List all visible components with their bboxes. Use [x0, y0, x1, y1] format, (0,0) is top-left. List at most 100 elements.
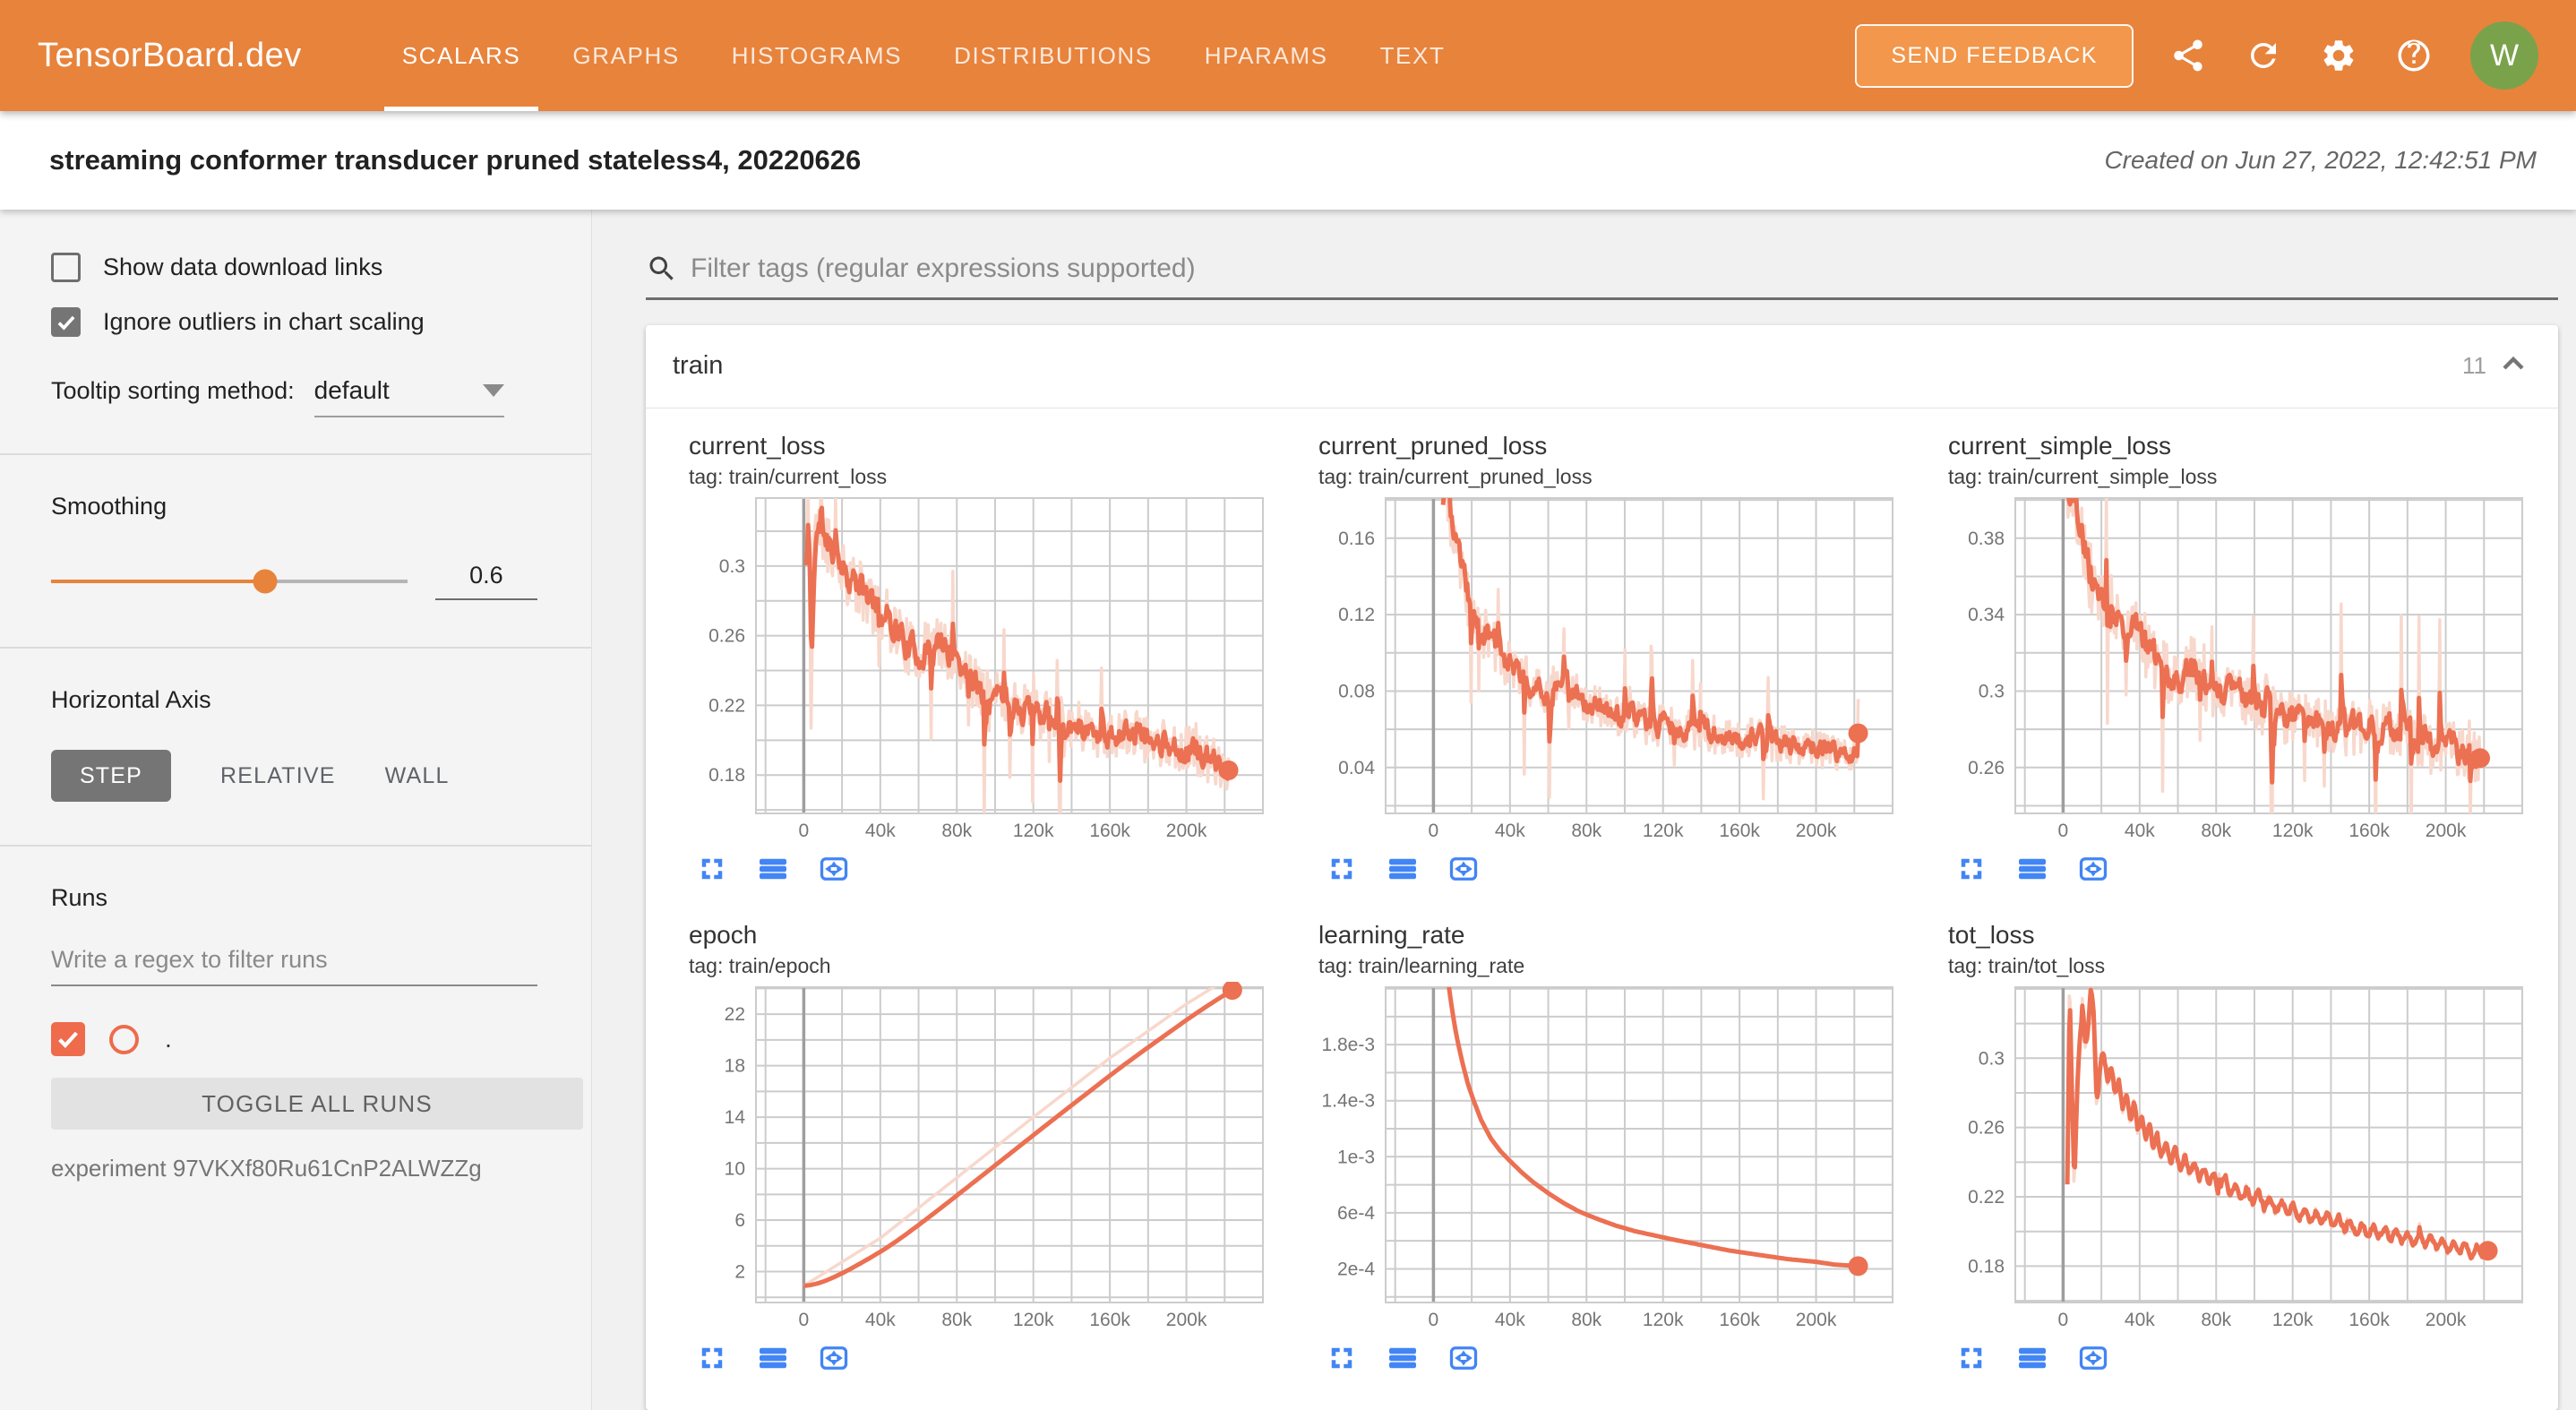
svg-text:120k: 120k [1643, 1310, 1684, 1330]
chart-tag: tag: train/tot_loss [1948, 954, 2544, 978]
chart-toolbar [1318, 851, 1914, 887]
fit-domain-icon[interactable] [816, 1340, 852, 1376]
settings-gear-icon[interactable] [2318, 35, 2359, 76]
divider [0, 845, 591, 847]
toggle-y-axis-icon[interactable] [1385, 851, 1421, 887]
svg-text:0.38: 0.38 [1968, 529, 2005, 549]
chart-title: current_pruned_loss [1318, 432, 1914, 460]
chart-card: current_simple_losstag: train/current_si… [1923, 432, 2544, 887]
slider-fill [51, 580, 265, 583]
expand-chart-icon[interactable] [694, 1340, 730, 1376]
svg-text:0: 0 [1429, 821, 1439, 841]
tab-hparams[interactable]: HPARAMS [1187, 0, 1346, 111]
svg-text:0.22: 0.22 [1968, 1187, 2005, 1208]
filter-tags-field[interactable] [646, 253, 2558, 285]
run-list-item[interactable]: . [51, 1022, 537, 1056]
main-content: train 11 current_losstag: train/current_… [592, 210, 2576, 1410]
navbar: TensorBoard.dev SCALARS GRAPHS HISTOGRAM… [0, 0, 2576, 111]
tab-text[interactable]: TEXT [1362, 0, 1464, 111]
nav-tabs: SCALARS GRAPHS HISTOGRAMS DISTRIBUTIONS … [384, 0, 1480, 111]
svg-text:160k: 160k [1719, 821, 1760, 841]
expand-chart-icon[interactable] [1324, 1340, 1360, 1376]
svg-text:0.08: 0.08 [1338, 681, 1375, 701]
help-icon[interactable] [2393, 35, 2434, 76]
axis-wall-button[interactable]: WALL [385, 763, 450, 789]
chart-toolbar [1948, 851, 2544, 887]
tab-distributions[interactable]: DISTRIBUTIONS [936, 0, 1171, 111]
svg-text:0.16: 0.16 [1338, 529, 1375, 549]
svg-text:0.26: 0.26 [1968, 758, 2005, 778]
tooltip-sorting-select[interactable]: default [314, 376, 504, 417]
fit-domain-icon[interactable] [816, 851, 852, 887]
fit-domain-icon[interactable] [1446, 1340, 1481, 1376]
show-download-links-checkbox[interactable]: Show data download links [51, 253, 537, 282]
toggle-y-axis-icon[interactable] [755, 851, 791, 887]
created-timestamp: Created on Jun 27, 2022, 12:42:51 PM [2104, 146, 2537, 175]
svg-text:120k: 120k [2272, 1310, 2314, 1330]
run-checkbox-icon[interactable] [51, 1022, 85, 1056]
svg-text:200k: 200k [1166, 821, 1207, 841]
svg-text:0.3: 0.3 [1979, 681, 2005, 701]
svg-text:200k: 200k [2426, 1310, 2467, 1330]
smoothing-value-input[interactable]: 0.6 [435, 562, 537, 600]
svg-text:0.18: 0.18 [708, 765, 745, 786]
experiment-header: streaming conformer transducer pruned st… [0, 111, 2576, 210]
chart-title: tot_loss [1948, 921, 2544, 950]
chart-title: learning_rate [1318, 921, 1914, 950]
expand-chart-icon[interactable] [1953, 851, 1989, 887]
svg-text:0.12: 0.12 [1338, 605, 1375, 625]
filter-tags-input[interactable] [691, 254, 2558, 284]
svg-text:0.34: 0.34 [1968, 605, 2005, 625]
train-section-header[interactable]: train 11 [646, 325, 2558, 408]
chart-card: current_pruned_losstag: train/current_pr… [1293, 432, 1914, 887]
fit-domain-icon[interactable] [2075, 1340, 2111, 1376]
checkbox-checked-icon[interactable] [51, 307, 81, 337]
settings-sidebar: Show data download links Ignore outliers… [0, 210, 592, 1410]
smoothing-slider[interactable] [51, 580, 408, 583]
checkbox-unchecked-icon[interactable] [51, 253, 81, 282]
line-chart[interactable]: 040k80k120k160k200k2610141822 [689, 982, 1271, 1333]
line-chart[interactable]: 040k80k120k160k200k0.180.220.260.3 [1948, 982, 2530, 1333]
refresh-icon[interactable] [2243, 35, 2284, 76]
svg-text:200k: 200k [1796, 1310, 1837, 1330]
svg-text:40k: 40k [2125, 821, 2155, 841]
ignore-outliers-checkbox[interactable]: Ignore outliers in chart scaling [51, 307, 537, 337]
toggle-y-axis-icon[interactable] [755, 1340, 791, 1376]
svg-text:10: 10 [725, 1159, 745, 1180]
svg-text:0: 0 [2058, 1310, 2069, 1330]
fit-domain-icon[interactable] [1446, 851, 1481, 887]
slider-thumb[interactable] [253, 569, 277, 593]
axis-relative-button[interactable]: RELATIVE [220, 763, 336, 789]
chart-tag: tag: train/epoch [689, 954, 1284, 978]
send-feedback-button[interactable]: SEND FEEDBACK [1855, 24, 2134, 88]
runs-filter-field[interactable] [51, 946, 537, 986]
svg-text:0: 0 [799, 1310, 810, 1330]
expand-chart-icon[interactable] [1953, 1340, 1989, 1376]
tooltip-sorting-label: Tooltip sorting method: [51, 377, 295, 405]
runs-filter-input[interactable] [51, 946, 537, 974]
svg-text:200k: 200k [1796, 821, 1837, 841]
line-chart[interactable]: 040k80k120k160k200k0.260.30.340.38 [1948, 493, 2530, 844]
chevron-up-icon[interactable] [2495, 346, 2531, 386]
divider [0, 453, 591, 455]
section-chart-count: 11 [2462, 352, 2486, 380]
toggle-y-axis-icon[interactable] [2014, 851, 2050, 887]
avatar[interactable]: W [2470, 21, 2538, 90]
toggle-all-runs-button[interactable]: TOGGLE ALL RUNS [51, 1078, 583, 1130]
tab-graphs[interactable]: GRAPHS [554, 0, 697, 111]
chart-tag: tag: train/current_simple_loss [1948, 465, 2544, 489]
line-chart[interactable]: 040k80k120k160k200k2e-46e-41e-31.4e-31.8… [1318, 982, 1901, 1333]
svg-text:160k: 160k [1089, 1310, 1130, 1330]
share-icon[interactable] [2168, 35, 2209, 76]
axis-step-button[interactable]: STEP [51, 750, 171, 802]
tab-histograms[interactable]: HISTOGRAMS [714, 0, 920, 111]
expand-chart-icon[interactable] [694, 851, 730, 887]
line-chart[interactable]: 040k80k120k160k200k0.040.080.120.16 [1318, 493, 1901, 844]
chart-card: current_losstag: train/current_loss040k8… [664, 432, 1284, 887]
line-chart[interactable]: 040k80k120k160k200k0.180.220.260.3 [689, 493, 1271, 844]
tab-scalars[interactable]: SCALARS [384, 0, 539, 111]
expand-chart-icon[interactable] [1324, 851, 1360, 887]
toggle-y-axis-icon[interactable] [1385, 1340, 1421, 1376]
toggle-y-axis-icon[interactable] [2014, 1340, 2050, 1376]
fit-domain-icon[interactable] [2075, 851, 2111, 887]
